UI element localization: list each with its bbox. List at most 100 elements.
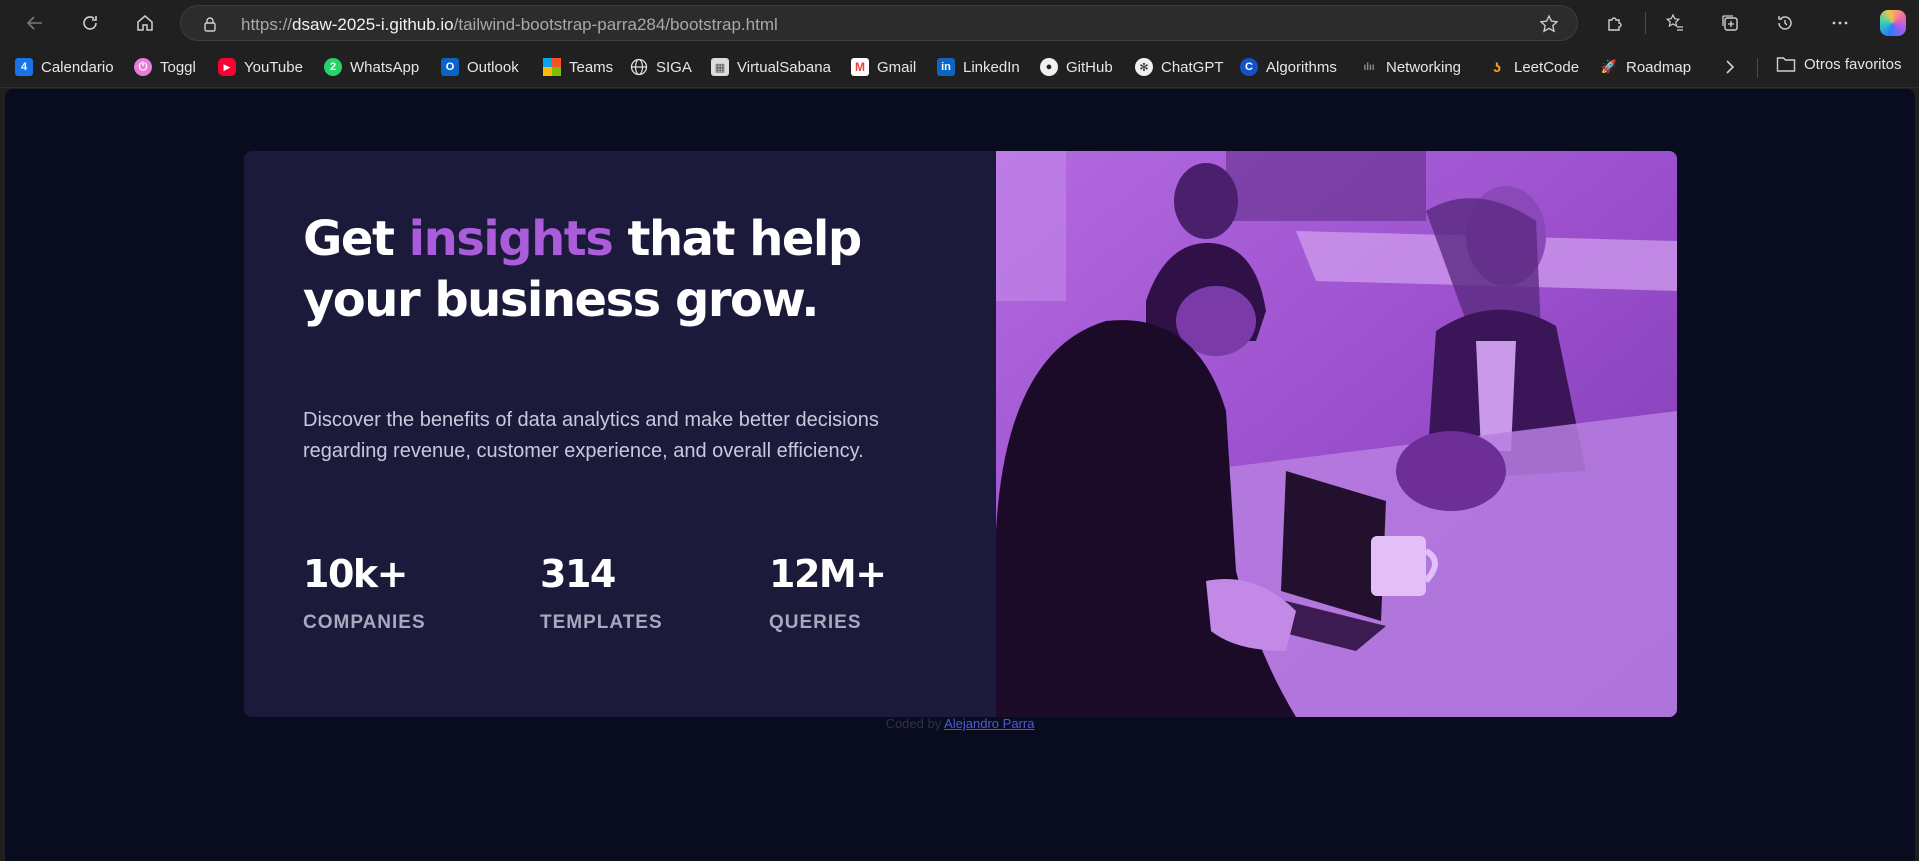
toggl-icon: ⏻ bbox=[134, 58, 152, 76]
office-photo-illustration bbox=[996, 151, 1677, 717]
bookmark-github[interactable]: ● GitHub bbox=[1040, 55, 1113, 79]
bookmark-teams[interactable]: Teams bbox=[543, 55, 613, 79]
bookmark-label: Gmail bbox=[877, 58, 917, 76]
home-button[interactable] bbox=[125, 3, 165, 43]
extensions-button[interactable] bbox=[1595, 3, 1635, 43]
bookmark-label: Algorithms bbox=[1266, 58, 1337, 76]
bookmark-label: LeetCode bbox=[1514, 58, 1580, 76]
lock-icon[interactable] bbox=[201, 15, 219, 33]
stat-queries: 12M+ QUERIES bbox=[769, 551, 887, 634]
stats-preview-card: Get insights that help your business gro… bbox=[244, 151, 1677, 717]
bookmark-siga[interactable]: SIGA bbox=[630, 55, 692, 79]
bookmark-linkedin[interactable]: in LinkedIn bbox=[937, 55, 1020, 79]
gmail-icon: M bbox=[851, 58, 869, 76]
page-title: Get insights that help your business gro… bbox=[303, 209, 943, 331]
collections-button[interactable] bbox=[1710, 3, 1750, 43]
chevron-right-icon[interactable] bbox=[1720, 57, 1740, 77]
bookmark-label: YouTube bbox=[244, 58, 303, 76]
bookmark-virtualsabana[interactable]: ▦ VirtualSabana bbox=[711, 55, 831, 79]
algorithms-icon: C bbox=[1240, 58, 1258, 76]
bookmark-whatsapp[interactable]: 2 WhatsApp bbox=[324, 55, 419, 79]
favorites-list-icon bbox=[1665, 13, 1683, 31]
bookmark-calendario[interactable]: 4 Calendario bbox=[15, 55, 114, 79]
bookmark-label: Outlook bbox=[467, 58, 519, 76]
stat-value: 12M+ bbox=[769, 552, 887, 596]
github-icon: ● bbox=[1040, 58, 1058, 76]
stat-label: COMPANIES bbox=[303, 612, 426, 633]
stat-label: TEMPLATES bbox=[540, 612, 663, 633]
chatgpt-icon: ✻ bbox=[1135, 58, 1153, 76]
back-arrow-icon bbox=[26, 16, 42, 30]
bookmark-roadmap[interactable]: 🚀 Roadmap bbox=[1600, 55, 1691, 79]
puzzle-icon bbox=[1608, 17, 1622, 31]
url-path: /tailwind-bootstrap-parra284/bootstrap.h… bbox=[453, 15, 778, 34]
bookmark-label: GitHub bbox=[1066, 58, 1113, 76]
stat-label: QUERIES bbox=[769, 612, 862, 633]
collections-icon bbox=[1722, 15, 1738, 31]
copilot-icon[interactable] bbox=[1880, 10, 1906, 36]
folder-icon bbox=[1776, 57, 1796, 72]
bookmark-label: Networking bbox=[1386, 58, 1462, 76]
bookmark-networking[interactable]: ılıı Networking bbox=[1360, 55, 1461, 79]
bookmark-algorithms[interactable]: C Algorithms bbox=[1240, 55, 1337, 79]
bookmark-outlook[interactable]: O Outlook bbox=[441, 55, 519, 79]
linkedin-icon: in bbox=[937, 58, 955, 76]
outlook-icon: O bbox=[441, 58, 459, 76]
stat-value: 314 bbox=[540, 552, 616, 596]
bookmark-toggl[interactable]: ⏻ Toggl bbox=[134, 55, 196, 79]
author-link[interactable]: Alejandro Parra bbox=[944, 716, 1034, 731]
address-bar[interactable]: https://dsaw-2025-i.github.io/tailwind-b… bbox=[180, 5, 1578, 41]
back-button[interactable] bbox=[15, 3, 55, 43]
reload-icon bbox=[83, 16, 97, 30]
bookmark-gmail[interactable]: M Gmail bbox=[851, 55, 916, 79]
card-text-panel: Get insights that help your business gro… bbox=[244, 151, 990, 717]
rocket-icon: 🚀 bbox=[1600, 59, 1618, 74]
bookmark-label: Calendario bbox=[41, 58, 114, 76]
description: Discover the benefits of data analytics … bbox=[303, 409, 879, 462]
more-dots-icon bbox=[1832, 21, 1848, 25]
header-image bbox=[996, 151, 1677, 717]
credit-prefix: Coded by bbox=[885, 716, 945, 731]
bookmark-label: LinkedIn bbox=[963, 58, 1020, 76]
history-button[interactable] bbox=[1765, 3, 1805, 43]
bookmarks-divider bbox=[1757, 58, 1758, 78]
leetcode-icon: ʖ bbox=[1493, 59, 1501, 75]
bookmarks-bar: 4 Calendario ⏻ Toggl ▶ YouTube 2 WhatsApp OO… bbox=[0, 46, 1919, 88]
whatsapp-icon: 2 bbox=[324, 58, 342, 76]
bookmark-label: SIGA bbox=[656, 58, 692, 76]
home-icon bbox=[137, 15, 153, 31]
globe-icon bbox=[630, 58, 648, 76]
virtualsabana-icon: ▦ bbox=[711, 58, 729, 76]
stat-value: 10k+ bbox=[303, 552, 408, 596]
more-menu-button[interactable] bbox=[1820, 3, 1860, 43]
stat-companies: 10k+ COMPANIES bbox=[303, 551, 426, 634]
toolbar-divider bbox=[1645, 12, 1646, 34]
attribution: Coded by Alejandro Parra bbox=[5, 716, 1915, 731]
calendar-icon: 4 bbox=[15, 58, 33, 76]
page-viewport: Get insights that help your business gro… bbox=[5, 89, 1915, 861]
bookmark-youtube[interactable]: ▶ YouTube bbox=[218, 55, 303, 79]
bookmark-leetcode[interactable]: ʖ LeetCode bbox=[1488, 55, 1579, 79]
headline-accent: insights bbox=[408, 211, 614, 267]
url-scheme: https:// bbox=[241, 15, 293, 34]
teams-icon bbox=[543, 58, 561, 76]
favorite-star-icon[interactable] bbox=[1539, 14, 1559, 34]
url-text[interactable]: https://dsaw-2025-i.github.io/tailwind-b… bbox=[241, 15, 778, 35]
bookmark-label: Roadmap bbox=[1626, 58, 1692, 76]
browser-toolbar: https://dsaw-2025-i.github.io/tailwind-b… bbox=[0, 0, 1919, 46]
headline-pre: Get bbox=[303, 211, 409, 267]
cisco-icon: ılıı bbox=[1363, 61, 1375, 73]
bookmark-label: VirtualSabana bbox=[737, 58, 831, 76]
stat-templates: 314 TEMPLATES bbox=[540, 551, 663, 634]
other-favorites-folder[interactable]: Otros favoritos bbox=[1776, 55, 1902, 73]
bookmark-chatgpt[interactable]: ✻ ChatGPT bbox=[1135, 55, 1224, 79]
bookmark-label: Teams bbox=[569, 58, 614, 76]
reload-button[interactable] bbox=[70, 3, 110, 43]
youtube-icon: ▶ bbox=[218, 58, 236, 76]
bookmark-label: ChatGPT bbox=[1161, 58, 1224, 76]
history-icon bbox=[1778, 16, 1792, 30]
url-host: dsaw-2025-i.github.io bbox=[292, 15, 454, 34]
bookmark-label: WhatsApp bbox=[350, 58, 420, 76]
favorites-button[interactable] bbox=[1655, 3, 1695, 43]
bookmark-label: Toggl bbox=[160, 58, 196, 76]
